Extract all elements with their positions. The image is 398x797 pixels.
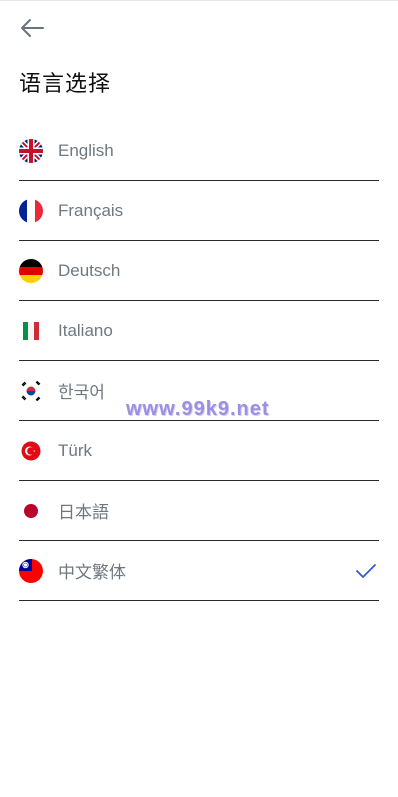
language-label: Italiano [58,320,113,340]
japan-flag-icon [19,498,43,523]
language-label: English [58,140,114,160]
uk-flag-icon [19,138,43,163]
language-label: 日本語 [58,503,109,522]
back-button[interactable] [16,14,48,42]
language-item-turkish[interactable]: Türk [19,421,379,481]
arrow-left-icon [21,19,44,37]
turkey-flag-icon [19,438,43,463]
language-label: 中文繁体 [58,563,126,582]
top-divider [0,0,398,1]
language-label: Türk [58,440,92,460]
language-label: Français [58,200,124,220]
page-title: 语言选择 [19,72,112,97]
france-flag-icon [19,198,43,223]
korea-flag-icon [19,378,43,403]
language-list: English Français Deutsch Italiano 한국어 Tü… [19,121,379,601]
check-icon [356,563,376,578]
language-label: Deutsch [58,260,121,280]
language-label: 한국어 [58,383,105,402]
watermark-text: www.99k9.net [126,398,270,420]
taiwan-flag-icon [19,558,43,583]
language-item-french[interactable]: Français [19,181,379,241]
language-item-italian[interactable]: Italiano [19,301,379,361]
language-item-japanese[interactable]: 日本語 [19,481,379,541]
language-item-german[interactable]: Deutsch [19,241,379,301]
germany-flag-icon [19,258,43,283]
italy-flag-icon [19,318,43,343]
language-item-english[interactable]: English [19,121,379,181]
language-item-traditional-chinese[interactable]: 中文繁体 [19,541,379,601]
